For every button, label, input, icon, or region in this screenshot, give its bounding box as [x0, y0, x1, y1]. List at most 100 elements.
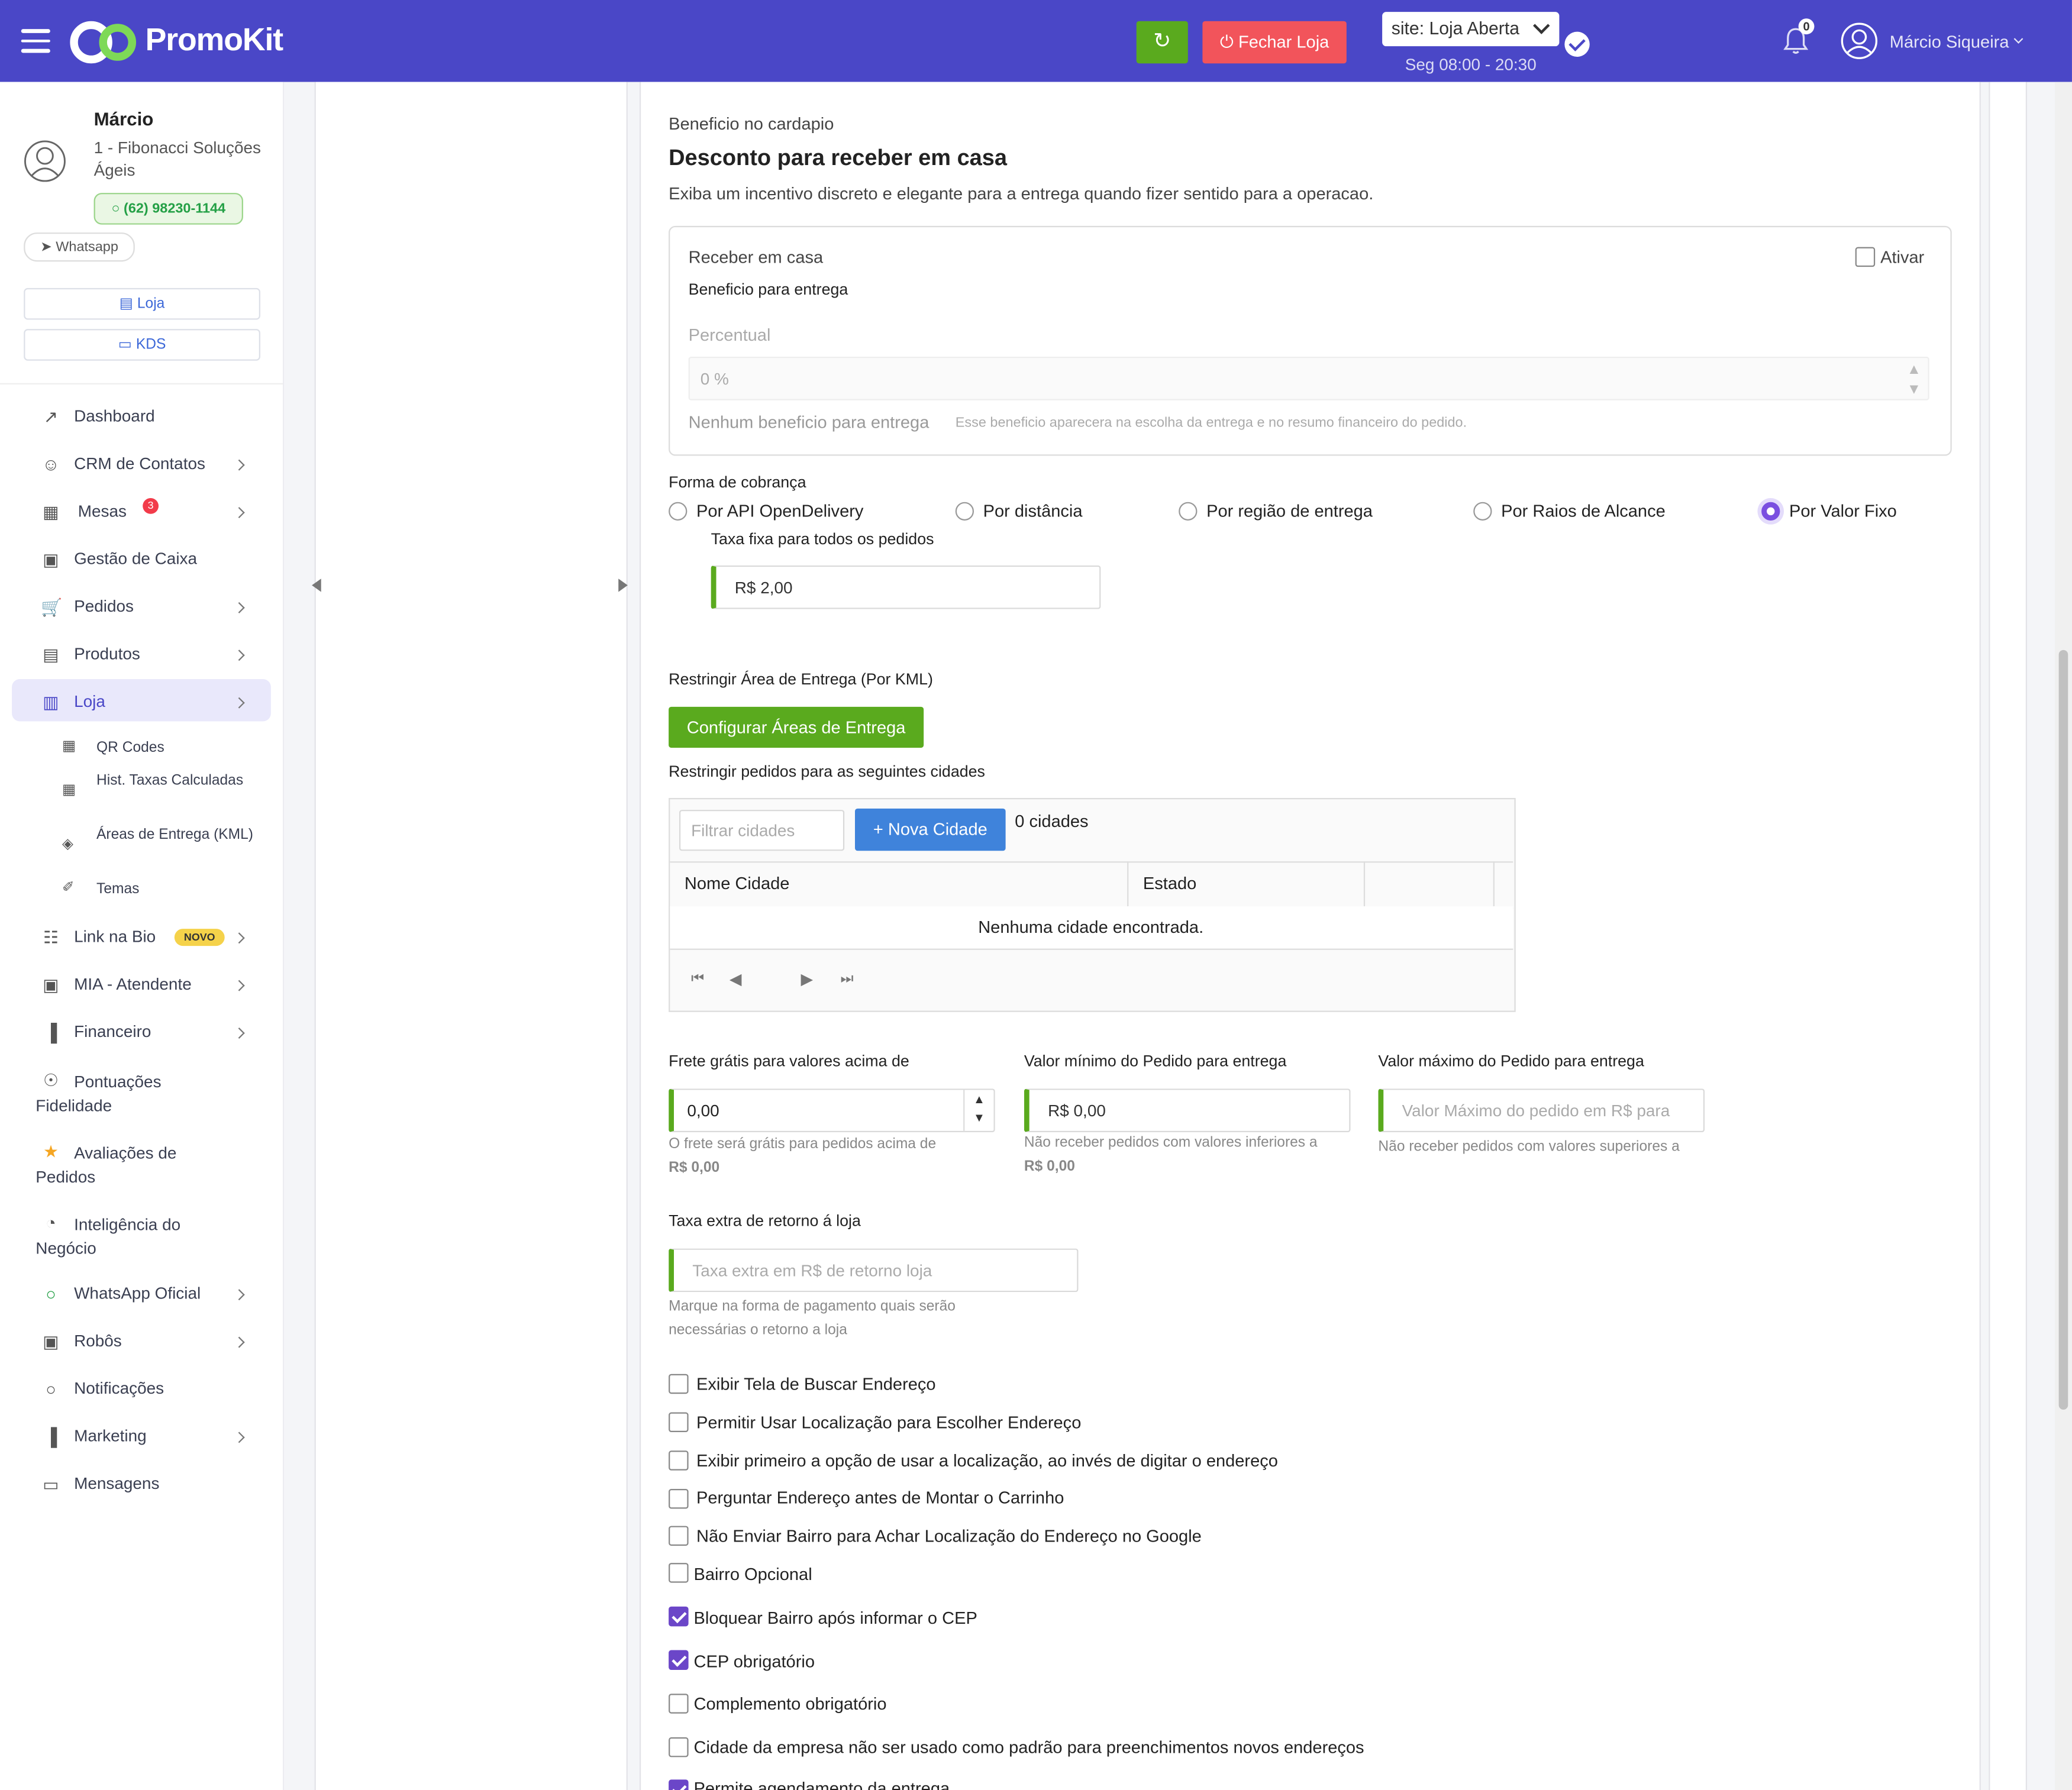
refresh-button[interactable]: ↻ [1136, 21, 1188, 64]
loja-button[interactable]: ▤ Loja [24, 287, 260, 320]
robot-icon: ▣ [43, 1332, 59, 1352]
option-checkbox-no-neighborhood[interactable] [669, 1526, 689, 1546]
activate-label: Ativar [1880, 247, 1925, 267]
expand-right-icon[interactable] [618, 579, 628, 592]
user-name[interactable]: Márcio Siqueira [1890, 32, 2009, 52]
sidebar-item-label: Loja [74, 692, 105, 711]
site-status-select[interactable]: site: Loja Aberta [1382, 12, 1560, 47]
charge-option-label: Por Valor Fixo [1789, 500, 1897, 521]
brand-name: PromoKit [145, 22, 283, 59]
min-order-label: Valor mínimo do Pedido para entrega [1024, 1051, 1287, 1071]
column-header-city[interactable]: Nome Cidade [685, 873, 790, 893]
option-checkbox-lock-neighborhood[interactable] [669, 1606, 689, 1627]
sidebar-item-label: Gestão de Caixa [74, 550, 198, 568]
column-header-state[interactable]: Estado [1143, 873, 1196, 893]
charge-radio-api[interactable] [669, 502, 688, 521]
chevron-right-icon [233, 650, 245, 661]
users-icon: ☺ [42, 454, 60, 474]
option-checkbox-complement-required[interactable] [669, 1694, 689, 1714]
option-checkbox-location-first[interactable] [669, 1450, 689, 1471]
option-label: Permitir Usar Localização para Escolher … [696, 1412, 1082, 1433]
sidebar-subitem-label: Áreas de Entrega (KML) [96, 827, 253, 843]
charge-radio-distance[interactable] [955, 502, 974, 521]
charge-option-label: Por Raios de Alcance [1501, 500, 1666, 521]
sidebar-item-label: Produtos [74, 644, 140, 664]
hamburger-menu-icon[interactable] [21, 29, 50, 53]
option-checkbox-scheduling[interactable] [669, 1779, 689, 1790]
charge-option-label: Por região de entrega [1206, 500, 1373, 521]
map-icon: ◈ [62, 836, 73, 852]
stepper-up-icon[interactable]: ▲ [1907, 362, 1921, 378]
kds-button[interactable]: ▭ KDS [24, 329, 260, 361]
cities-header-row [670, 861, 1513, 909]
charge-radio-radius[interactable] [1473, 502, 1492, 521]
phone-number: (62) 98230-1144 [124, 201, 226, 217]
sidebar-item-label: Marketing [74, 1427, 147, 1446]
loja-label: Loja [137, 296, 165, 312]
sidebar-item-label: CRM de Contatos [74, 454, 205, 473]
fixed-fee-value: R$ 2,00 [734, 578, 793, 597]
option-label: Bloquear Bairro após informar o CEP [693, 1608, 977, 1628]
kml-label: Restringir Área de Entrega (Por KML) [669, 670, 933, 689]
option-checkbox-cep-required[interactable] [669, 1650, 689, 1671]
new-city-button[interactable]: + Nova Cidade [855, 808, 1006, 851]
option-checkbox-use-location[interactable] [669, 1412, 689, 1433]
free-shipping-stepper[interactable]: ▲ ▼ [963, 1090, 993, 1133]
activate-checkbox[interactable] [1855, 247, 1876, 267]
percent-input[interactable]: 0 % [688, 357, 1929, 400]
percent-label: Percentual [688, 325, 771, 345]
scrollbar-thumb[interactable] [2058, 650, 2068, 1410]
phone-badge[interactable]: ○ (62) 98230-1144 [93, 193, 243, 225]
profile-avatar-icon [24, 140, 66, 182]
collapsed-panel [314, 82, 628, 1790]
free-shipping-input[interactable]: 0,00 [669, 1088, 995, 1133]
configure-areas-button[interactable]: Configurar Áreas de Entrega [669, 706, 924, 748]
fixed-fee-input[interactable]: R$ 2,00 [711, 565, 1101, 609]
option-checkbox-company-city[interactable] [669, 1737, 689, 1757]
boxes-icon: ▤ [43, 644, 59, 665]
return-fee-input[interactable]: Taxa extra em R$ de retorno loja [669, 1248, 1079, 1293]
page-prev-icon[interactable]: ◀ [730, 970, 742, 988]
paper-plane-icon: ➤ [40, 239, 52, 256]
qrcode-icon: ▦ [62, 738, 76, 755]
return-fee-help: Marque na forma de pagamento quais serão… [669, 1298, 956, 1339]
column-divider [1127, 861, 1129, 907]
sidebar-subitem-label: QR Codes [96, 739, 164, 756]
empty-benefit-text: Nenhum beneficio para entrega [688, 412, 930, 432]
charge-radio-region[interactable] [1179, 502, 1198, 521]
bar-chart-icon: ▐ [44, 1022, 57, 1043]
min-order-input[interactable]: R$ 0,00 [1024, 1088, 1351, 1133]
free-shipping-label: Frete grátis para valores acima de [669, 1051, 909, 1071]
max-order-placeholder: Valor Máximo do pedido em R$ para [1402, 1101, 1670, 1120]
option-checkbox-optional-neighborhood[interactable] [669, 1563, 689, 1583]
city-filter-input[interactable]: Filtrar cidades [679, 810, 845, 851]
whatsapp-button[interactable]: ➤ Whatsapp [24, 232, 135, 262]
page-first-icon[interactable]: ⏮ [691, 971, 704, 988]
chevron-right-icon [233, 602, 245, 613]
sidebar-item-label: Pontuações Fidelidade [35, 1072, 162, 1115]
chevron-down-icon[interactable] [2013, 34, 2023, 44]
bar-chart-icon: ▐ [44, 1427, 57, 1447]
sidebar-item-label: Pedidos [74, 597, 134, 616]
max-order-label: Valor máximo do Pedido para entrega [1378, 1051, 1644, 1071]
count-badge: 3 [143, 497, 159, 514]
close-store-button[interactable]: ⏻ Fechar Loja [1202, 21, 1347, 64]
column-divider [1363, 861, 1366, 907]
option-checkbox-ask-address[interactable] [669, 1489, 689, 1509]
user-avatar-icon[interactable] [1841, 22, 1878, 60]
chevron-right-icon [233, 932, 245, 944]
option-label: CEP obrigatório [693, 1651, 815, 1672]
stepper-down-icon[interactable]: ▼ [1907, 382, 1921, 398]
min-order-help: Não receber pedidos com valores inferior… [1024, 1135, 1318, 1151]
return-fee-placeholder: Taxa extra em R$ de retorno loja [692, 1261, 932, 1280]
page-next-icon[interactable]: ▶ [801, 970, 813, 988]
check-circle-icon [1564, 31, 1590, 57]
page-last-icon[interactable]: ⏭ [840, 971, 853, 988]
charge-radio-fixed[interactable] [1761, 502, 1780, 521]
percent-value: 0 % [700, 369, 729, 388]
collapse-left-icon[interactable] [312, 579, 321, 592]
sidebar-item-label: MIA - Atendente [74, 975, 192, 994]
cash-register-icon: ▣ [43, 550, 59, 570]
max-order-input[interactable]: Valor Máximo do pedido em R$ para [1378, 1088, 1705, 1133]
option-checkbox-search-address[interactable] [669, 1374, 689, 1394]
